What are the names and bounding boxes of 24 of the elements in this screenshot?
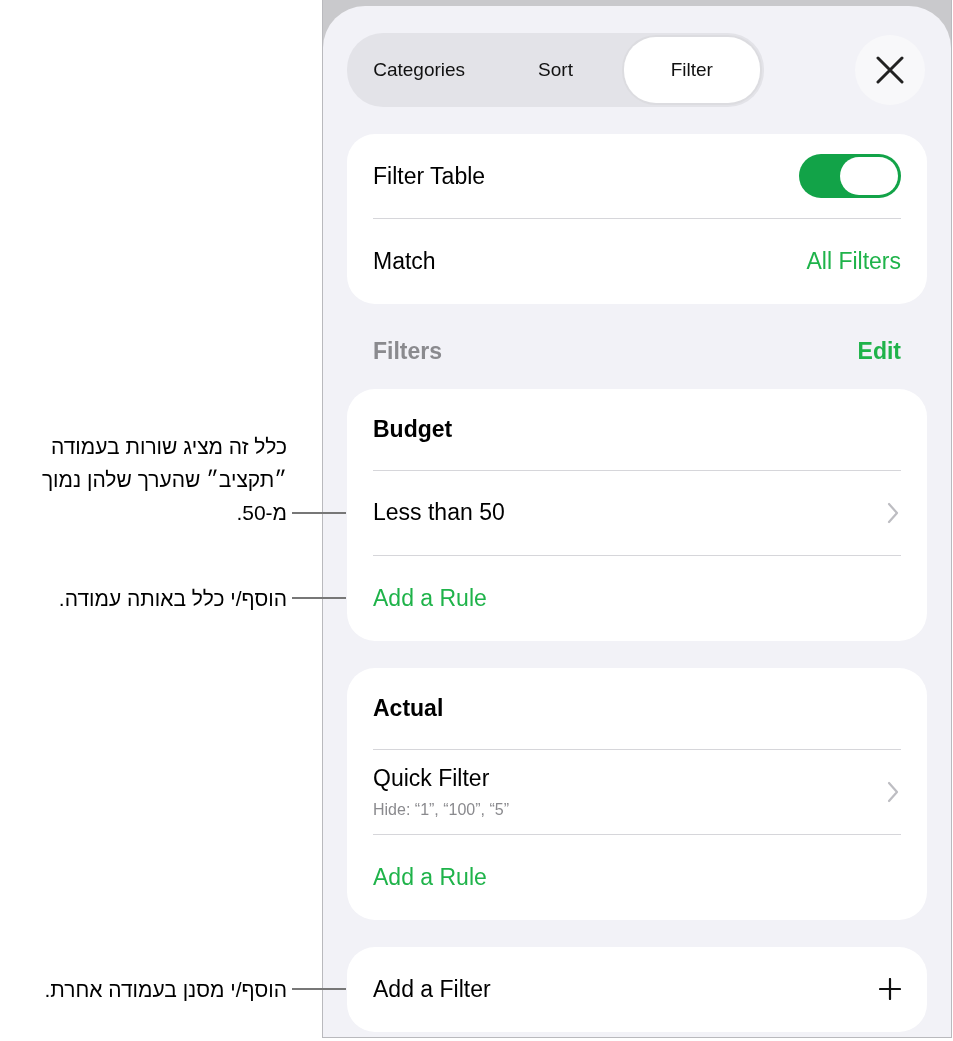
chevron-icon [887, 501, 899, 524]
rule-detail: Hide: “1”, “100”, “5” [373, 799, 510, 820]
row-label: Match [373, 247, 436, 277]
callout-text: הוסף/י כלל באותה עמודה. [57, 586, 287, 612]
section-header: Filters [373, 337, 443, 366]
rule-title[interactable]: Quick Filter [373, 761, 510, 796]
rule-title[interactable]: Less than 50 [373, 495, 505, 530]
row-label: Filter Table [373, 161, 486, 191]
plus-icon [879, 978, 901, 1000]
column-title: Actual [373, 693, 444, 723]
tab[interactable]: Categories [351, 37, 488, 103]
add-filter-label: Add a Filter [373, 974, 491, 1004]
toggle-switch[interactable] [799, 154, 901, 198]
tab[interactable]: Filter [623, 37, 760, 103]
tab[interactable]: Sort [487, 37, 624, 103]
add-filter-button[interactable]: Add a Filter [347, 946, 927, 1032]
leader-line [292, 988, 346, 990]
callout-text: כלל זה מציג שורות בעמודה ״תקציב״ שהערך שלהן נמוך מ-50. [40, 434, 287, 526]
leader-line [292, 512, 346, 514]
leader-line [292, 597, 346, 599]
column-title: Budget [373, 414, 453, 444]
callout-text: הוסף/י מסנן בעמודה אחרת. [43, 977, 287, 1003]
chevron-icon [887, 780, 899, 803]
close-icon [876, 56, 904, 84]
